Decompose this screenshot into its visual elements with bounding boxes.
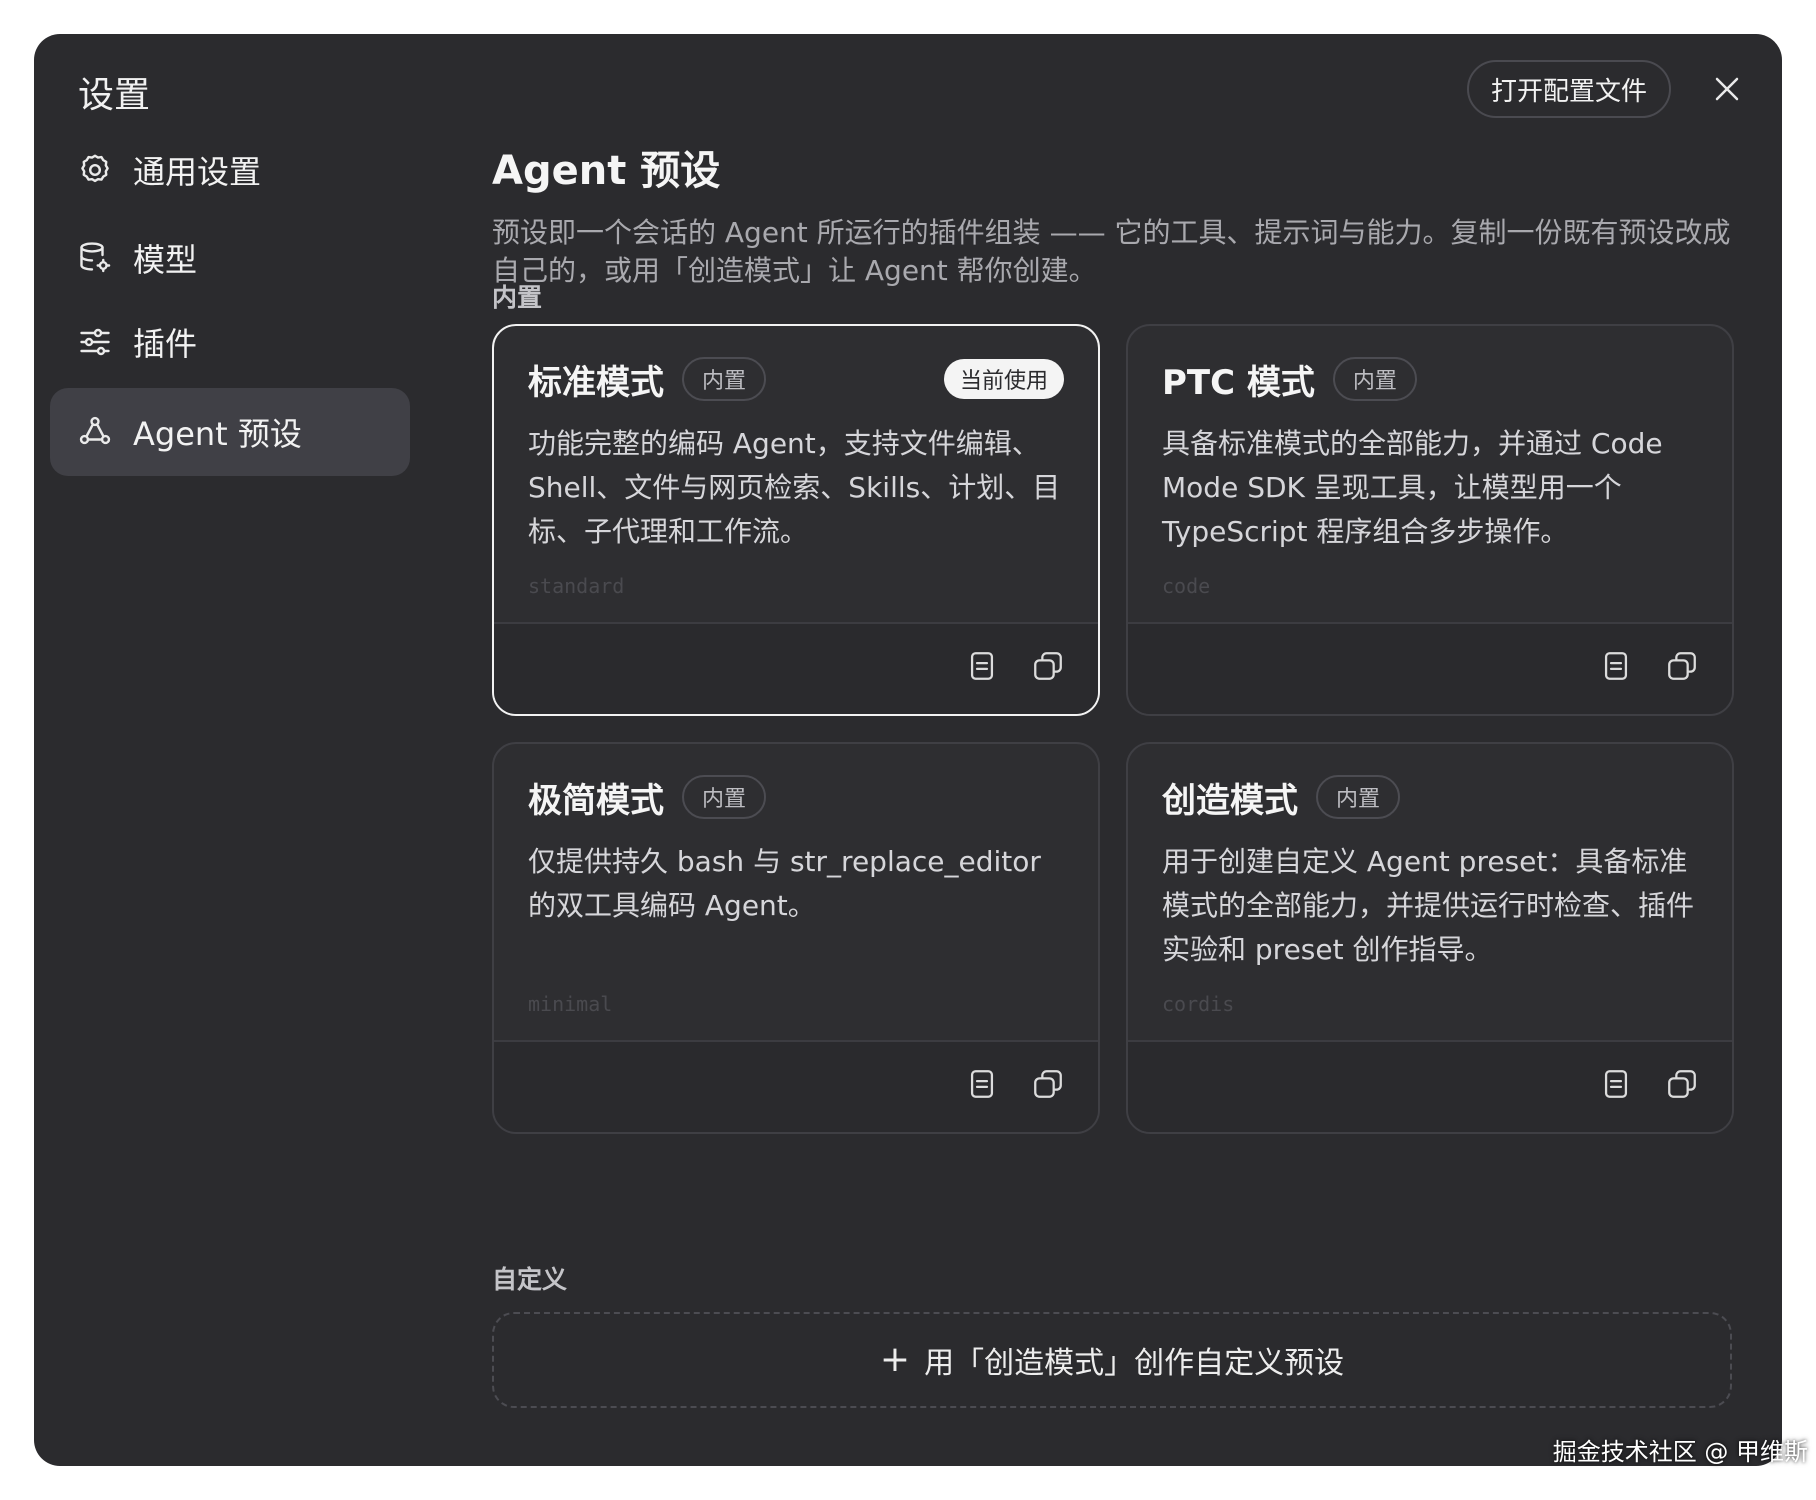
copy-button[interactable] — [1028, 646, 1068, 686]
card-id: minimal — [528, 992, 613, 1016]
document-icon — [1604, 652, 1628, 680]
preset-card-ptc[interactable]: PTC 模式 内置 具备标准模式的全部能力，并通过 Code Mode SDK … — [1126, 324, 1734, 716]
copy-button[interactable] — [1028, 1064, 1068, 1104]
database-gear-icon — [77, 240, 113, 276]
section-label-custom: 自定义 — [492, 1265, 568, 1294]
builtin-badge: 内置 — [682, 775, 767, 819]
copy-icon — [1668, 652, 1696, 680]
sidebar-item-label: Agent 预设 — [133, 415, 302, 453]
sidebar-item-label: 插件 — [133, 325, 198, 363]
preset-card-standard[interactable]: 标准模式 内置 当前使用 功能完整的编码 Agent，支持文件编辑、Shell、… — [492, 324, 1100, 716]
card-description: 仅提供持久 bash 与 str_replace_editor 的双工具编码 A… — [528, 845, 1041, 922]
card-description: 具备标准模式的全部能力，并通过 Code Mode SDK 呈现工具，让模型用一… — [1162, 427, 1663, 548]
create-custom-label: 用「创造模式」创作自定义预设 — [924, 1346, 1345, 1381]
document-icon — [970, 652, 994, 680]
create-custom-preset-button[interactable]: + 用「创造模式」创作自定义预设 — [492, 1312, 1732, 1408]
agent-nodes-icon — [77, 414, 113, 450]
document-icon — [970, 1070, 994, 1098]
builtin-badge: 内置 — [1316, 775, 1401, 819]
copy-icon — [1034, 1070, 1062, 1098]
copy-button[interactable] — [1662, 646, 1702, 686]
current-badge: 当前使用 — [943, 359, 1064, 399]
card-id: code — [1162, 574, 1211, 598]
preset-card-minimal[interactable]: 极简模式 内置 仅提供持久 bash 与 str_replace_editor … — [492, 742, 1100, 1134]
watermark: 掘金技术社区 @ 甲维斯 — [1552, 1438, 1808, 1466]
builtin-badge: 内置 — [1332, 357, 1417, 401]
view-button[interactable] — [962, 1064, 1002, 1104]
sidebar-item-label: 通用设置 — [133, 153, 262, 191]
copy-icon — [1668, 1070, 1696, 1098]
dialog-title: 设置 — [78, 75, 151, 116]
preset-card-create[interactable]: 创造模式 内置 用于创建自定义 Agent preset：具备标准模式的全部能力… — [1126, 742, 1734, 1134]
card-footer — [494, 622, 1098, 714]
card-title: 极简模式 — [528, 780, 664, 821]
card-id: cordis — [1162, 992, 1235, 1016]
view-button[interactable] — [1596, 1064, 1636, 1104]
copy-button[interactable] — [1662, 1064, 1702, 1104]
card-footer — [1128, 1040, 1732, 1132]
card-title: 创造模式 — [1162, 780, 1298, 821]
card-title: 标准模式 — [528, 362, 664, 403]
card-footer — [1128, 622, 1732, 714]
sidebar-item-plugins[interactable]: 插件 — [50, 298, 410, 386]
section-label-builtin: 内置 — [492, 283, 543, 312]
page-description: 预设即一个会话的 Agent 所运行的插件组装 —— 它的工具、提示词与能力。复… — [492, 216, 1731, 287]
open-config-button[interactable]: 打开配置文件 — [1467, 60, 1671, 118]
view-button[interactable] — [962, 646, 1002, 686]
card-description: 用于创建自定义 Agent preset：具备标准模式的全部能力，并提供运行时检… — [1162, 845, 1695, 966]
builtin-badge: 内置 — [682, 357, 767, 401]
sidebar-item-models[interactable]: 模型 — [50, 214, 410, 302]
card-footer — [494, 1040, 1098, 1132]
copy-icon — [1034, 652, 1062, 680]
plus-icon: + — [879, 1339, 911, 1380]
view-button[interactable] — [1596, 646, 1636, 686]
sidebar-item-general[interactable]: 通用设置 — [50, 126, 410, 214]
document-icon — [1604, 1070, 1628, 1098]
sidebar-item-label: 模型 — [133, 241, 198, 279]
gear-icon — [77, 152, 113, 188]
sliders-icon — [77, 324, 113, 360]
close-button[interactable] — [1706, 68, 1748, 110]
page-title: Agent 预设 — [492, 148, 721, 194]
sidebar-item-agent-presets[interactable]: Agent 预设 — [50, 388, 410, 476]
card-title: PTC 模式 — [1162, 362, 1315, 403]
settings-dialog: 设置 通用设置 模型 插件 Agent 预设 打开配置文件 Agent 预设 预… — [34, 34, 1782, 1466]
card-id: standard — [528, 574, 625, 598]
card-description: 功能完整的编码 Agent，支持文件编辑、Shell、文件与网页检索、Skill… — [528, 427, 1061, 548]
close-icon — [1715, 77, 1739, 101]
